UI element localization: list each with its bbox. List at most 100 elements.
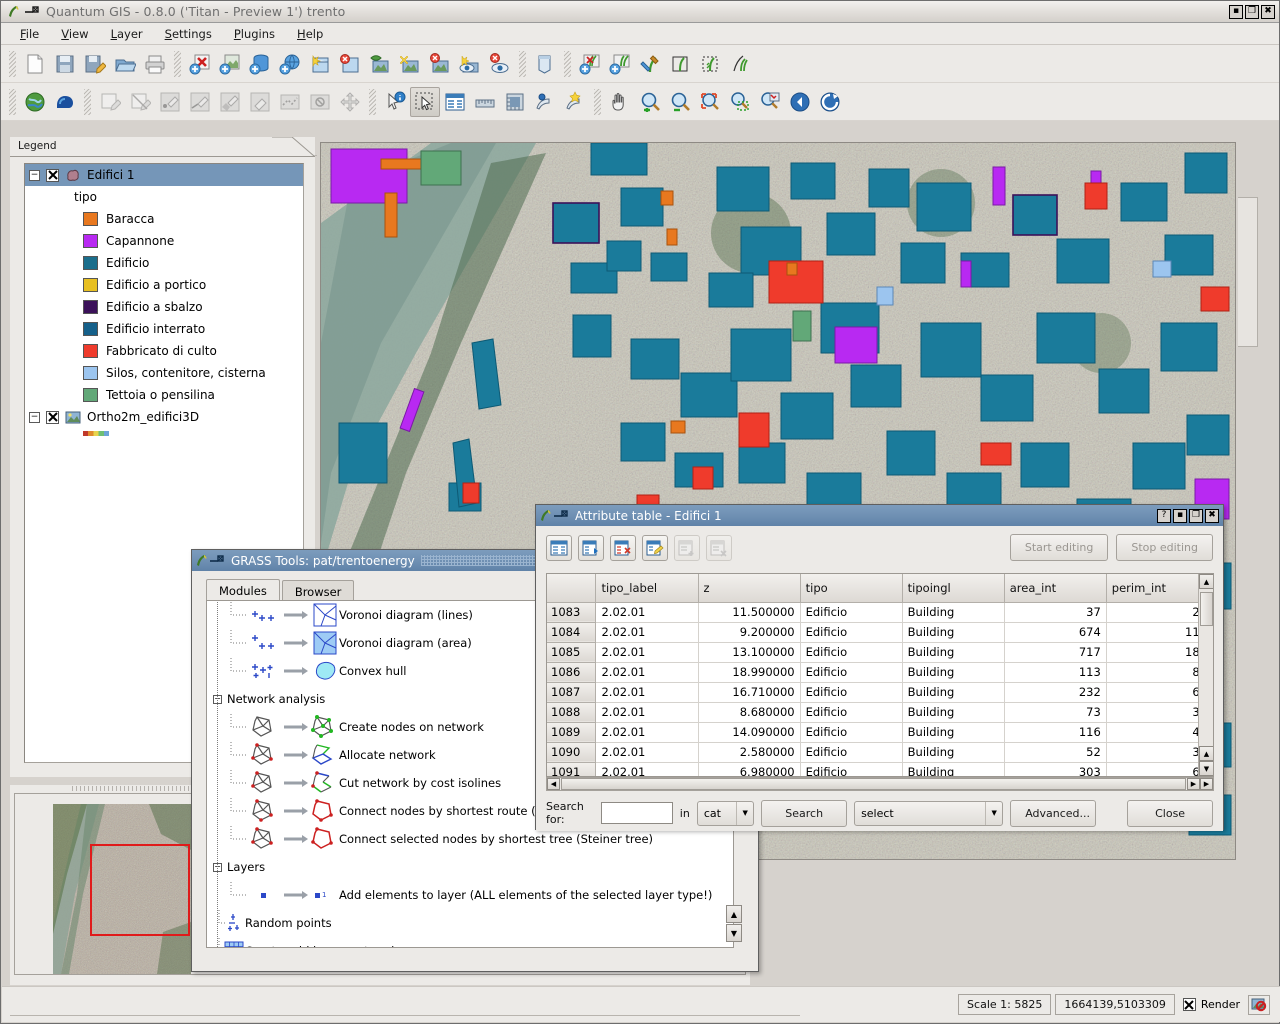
move-feature-icon[interactable]: [335, 87, 365, 117]
advanced-button[interactable]: Advanced...: [1010, 800, 1096, 827]
menu-settings[interactable]: Settings: [154, 25, 223, 43]
expander-icon[interactable]: −: [29, 412, 40, 423]
cell-perim-int[interactable]: 25: [1106, 602, 1212, 622]
new-project-icon[interactable]: [20, 49, 50, 79]
toolbar-grip-4[interactable]: [564, 51, 571, 77]
toggle-visibility-icon[interactable]: [485, 49, 515, 79]
scroll-down-button[interactable]: ▼: [726, 924, 742, 942]
help-button[interactable]: ?: [1157, 509, 1171, 523]
cell-tipoingl[interactable]: Building: [902, 642, 1004, 662]
open-table-icon[interactable]: [440, 87, 470, 117]
row-id[interactable]: 1084: [547, 622, 596, 642]
zoom-to-layer-icon[interactable]: [755, 87, 785, 117]
cell-area-int[interactable]: 232: [1004, 682, 1106, 702]
cell-perim-int[interactable]: 47: [1106, 722, 1212, 742]
legend-tab-label[interactable]: Legend: [18, 140, 57, 152]
select-features-icon[interactable]: [410, 87, 440, 117]
identify-features-icon[interactable]: [380, 87, 410, 117]
scroll-left-button[interactable]: ◀: [547, 778, 560, 790]
legend-class-capannone[interactable]: Capannone: [25, 230, 303, 252]
column-header-tipoingl[interactable]: tipoingl: [902, 574, 1004, 602]
cell-tipoingl[interactable]: Building: [902, 722, 1004, 742]
grass-edit-vector-icon[interactable]: [695, 49, 725, 79]
cell-z[interactable]: 11.500000: [698, 602, 800, 622]
column-header-tipo[interactable]: tipo: [800, 574, 902, 602]
legend-layer-edifici-1[interactable]: − Edifici 1: [25, 164, 303, 186]
capture-line-icon[interactable]: [185, 87, 215, 117]
stop-editing-icon[interactable]: [125, 87, 155, 117]
column-header-z[interactable]: z: [698, 574, 800, 602]
start-editing-button[interactable]: Start editing: [1010, 534, 1109, 561]
print-icon[interactable]: [140, 49, 170, 79]
row-id[interactable]: 1087: [547, 682, 596, 702]
cell-tipo[interactable]: Edificio: [800, 602, 902, 622]
render-toggle[interactable]: Render: [1179, 996, 1244, 1013]
scroll-up-button[interactable]: ▲: [726, 905, 742, 923]
cell-z[interactable]: 2.580000: [698, 742, 800, 762]
cell-perim-int[interactable]: 63: [1106, 682, 1212, 702]
scroll-down-alt-button[interactable]: ▲: [1199, 746, 1214, 761]
add-all-to-overview-icon[interactable]: [365, 49, 395, 79]
minimize-button[interactable]: ▪: [1173, 509, 1187, 523]
scroll-right-button[interactable]: ▶: [1187, 778, 1200, 790]
grass-tree-group-layers[interactable]: − Layers: [207, 853, 733, 881]
cell-area-int[interactable]: 113: [1004, 662, 1106, 682]
cell-tipo[interactable]: Edificio: [800, 722, 902, 742]
grass-tree-item-random-points[interactable]: Random points: [207, 909, 733, 937]
menu-layer[interactable]: Layer: [100, 25, 154, 43]
menu-plugins[interactable]: Plugins: [223, 25, 286, 43]
minimize-button[interactable]: ▪: [1229, 5, 1243, 19]
cell-area-int[interactable]: 116: [1004, 722, 1106, 742]
add-raster-layer-icon[interactable]: [215, 49, 245, 79]
attribute-table-dialog[interactable]: Attribute table - Edifici 1 ? ▪ ❐ ✖: [535, 504, 1224, 830]
attribute-table-hscrollbar[interactable]: ◀ ▶ ▶: [546, 777, 1214, 791]
table-row[interactable]: 1083 2.02.01 11.500000 Edificio Building…: [547, 602, 1213, 622]
save-project-icon[interactable]: [50, 49, 80, 79]
legend-class-silos[interactable]: Silos, contenitore, cisterna: [25, 362, 303, 384]
add-postgis-layer-icon[interactable]: [245, 49, 275, 79]
grass-mapset-icon[interactable]: [50, 87, 80, 117]
maximize-button[interactable]: ❐: [1245, 5, 1259, 19]
close-button[interactable]: ✖: [1205, 509, 1219, 523]
cell-z[interactable]: 16.710000: [698, 682, 800, 702]
capture-polygon-icon[interactable]: [215, 87, 245, 117]
add-vector-layer-icon[interactable]: [185, 49, 215, 79]
pin-icon[interactable]: [209, 554, 225, 568]
cell-z[interactable]: 14.090000: [698, 722, 800, 742]
remove-all-from-overview-icon[interactable]: [395, 49, 425, 79]
pin-icon[interactable]: [24, 5, 40, 19]
grass-new-vector-icon[interactable]: [665, 49, 695, 79]
legend-class-edificio[interactable]: Edificio: [25, 252, 303, 274]
toolbar2-grip-4[interactable]: [594, 89, 601, 115]
new-bookmark-icon[interactable]: [560, 87, 590, 117]
cell-z[interactable]: 8.680000: [698, 702, 800, 722]
zoom-to-selection-icon[interactable]: [725, 87, 755, 117]
column-header-perim-int[interactable]: perim_int: [1106, 574, 1212, 602]
remove-layer-icon[interactable]: [335, 49, 365, 79]
cell-tipo[interactable]: Edificio: [800, 682, 902, 702]
toolbar2-grip-3[interactable]: [369, 89, 376, 115]
attribute-table-vscrollbar[interactable]: ▲ ▲ ▼: [1198, 574, 1213, 776]
cell-area-int[interactable]: 303: [1004, 762, 1106, 777]
cell-tipo-label[interactable]: 2.02.01: [596, 662, 698, 682]
close-button[interactable]: Close: [1127, 800, 1213, 827]
open-attribute-table-icon[interactable]: [530, 49, 560, 79]
toolbar-grip-3[interactable]: [519, 51, 526, 77]
cell-tipo-label[interactable]: 2.02.01: [596, 762, 698, 777]
legend-class-edificio-interrato[interactable]: Edificio interrato: [25, 318, 303, 340]
legend-class-edificio-a-sbalzo[interactable]: Edificio a sbalzo: [25, 296, 303, 318]
cell-tipo-label[interactable]: 2.02.01: [596, 722, 698, 742]
row-id[interactable]: 1089: [547, 722, 596, 742]
open-project-icon[interactable]: [110, 49, 140, 79]
invert-selection-button[interactable]: [546, 535, 572, 561]
expander-icon[interactable]: −: [29, 170, 40, 181]
table-row[interactable]: 1084 2.02.01 9.200000 Edificio Building …: [547, 622, 1213, 642]
grass-tree-item-add-elements[interactable]: 1 Add elements to layer (ALL elements of…: [207, 881, 733, 909]
row-id[interactable]: 1088: [547, 702, 596, 722]
scale-field[interactable]: Scale 1: 5825: [958, 994, 1051, 1015]
table-row[interactable]: 1090 2.02.01 2.580000 Edificio Building …: [547, 742, 1213, 762]
table-row[interactable]: 1088 2.02.01 8.680000 Edificio Building …: [547, 702, 1213, 722]
row-id[interactable]: 1083: [547, 602, 596, 622]
legend-class-fabbricato-di-culto[interactable]: Fabbricato di culto: [25, 340, 303, 362]
zoom-last-icon[interactable]: [785, 87, 815, 117]
